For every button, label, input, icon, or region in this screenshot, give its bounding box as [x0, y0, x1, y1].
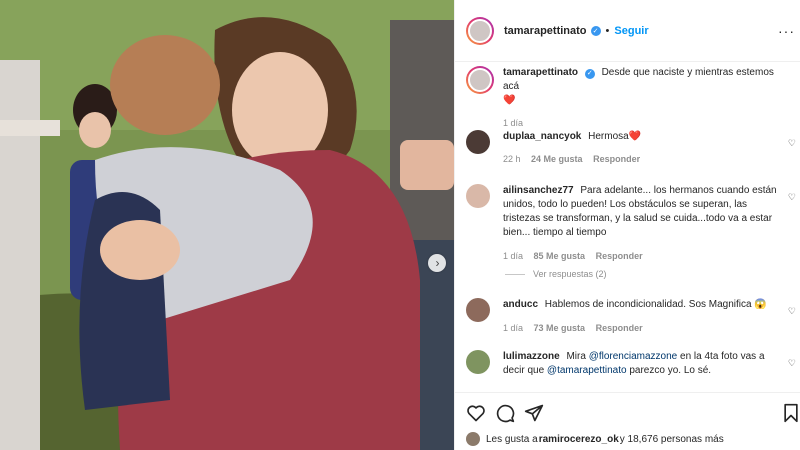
comment-like-icon[interactable]: ♡ — [788, 192, 796, 203]
comment-text-end: parezco yo. Lo sé. — [626, 365, 712, 376]
comment-time: 1 día — [503, 251, 524, 261]
commenter-avatar[interactable] — [466, 350, 490, 374]
comment-like-icon[interactable]: ♡ — [788, 138, 796, 149]
caption-emoji: ❤️ — [503, 95, 516, 106]
caption-avatar[interactable] — [466, 66, 494, 94]
share-icon[interactable] — [524, 403, 544, 423]
comment-like-icon[interactable]: ♡ — [788, 358, 796, 369]
follow-button[interactable]: Seguir — [614, 25, 648, 37]
comment-time: 22 h — [503, 154, 521, 164]
post-header: tamarapettinato ✓ • Seguir ··· — [455, 0, 800, 62]
comment-likes[interactable]: 73 Me gusta — [534, 323, 586, 333]
author-avatar[interactable] — [466, 16, 494, 45]
reply-button[interactable]: Responder — [596, 323, 643, 333]
liker-avatar[interactable] — [466, 432, 480, 446]
view-replies-button[interactable]: Ver respuestas (2) — [505, 269, 607, 279]
replies-divider — [505, 273, 525, 275]
view-replies-label: Ver respuestas (2) — [533, 269, 607, 279]
likes-prefix: Les gusta a — [486, 433, 538, 445]
post-sidebar: tamarapettinato ✓ • Seguir ··· tamarapet… — [454, 0, 800, 450]
heart-icon[interactable] — [466, 403, 486, 423]
comment-icon[interactable] — [495, 403, 515, 423]
reply-button[interactable]: Responder — [596, 251, 643, 261]
comment-username[interactable]: ailinsanchez77 — [503, 185, 574, 196]
author-username[interactable]: tamarapettinato — [504, 25, 587, 37]
photo-image — [0, 0, 454, 450]
liker-username[interactable]: ramirocerezo_ok — [539, 434, 619, 445]
comment-likes[interactable]: 24 Me gusta — [531, 154, 583, 164]
likes-summary: Les gusta a ramirocerezo_ok y 18,676 per… — [466, 432, 724, 446]
verified-icon: ✓ — [584, 69, 595, 79]
mention-link[interactable]: @tamarapettinato — [547, 365, 627, 376]
separator-dot: • — [605, 24, 610, 37]
comment-text-start: Mira — [566, 351, 589, 362]
commenter-avatar[interactable] — [466, 184, 490, 208]
comment-likes[interactable]: 85 Me gusta — [534, 251, 586, 261]
caption-time: 1 día — [503, 118, 524, 128]
more-options-icon[interactable]: ··· — [778, 23, 795, 39]
comment-username[interactable]: duplaa_nancyok — [503, 131, 581, 142]
comment-text: Hablemos de incondicionalidad. Sos Magni… — [544, 299, 767, 310]
reply-button[interactable]: Responder — [593, 154, 640, 164]
action-bar — [455, 392, 800, 432]
mention-link[interactable]: @florenciamazzone — [589, 351, 678, 362]
commenter-avatar[interactable] — [466, 298, 490, 322]
comment-text: Hermosa❤️ — [588, 131, 642, 142]
bookmark-icon[interactable] — [781, 403, 800, 423]
comment-like-icon[interactable]: ♡ — [788, 306, 796, 317]
caption-username[interactable]: tamarapettinato — [503, 67, 578, 78]
comment-time: 1 día — [503, 323, 524, 333]
comment-username[interactable]: lulimazzone — [503, 351, 560, 362]
commenter-avatar[interactable] — [466, 130, 490, 154]
comments-list[interactable]: tamarapettinato ✓ Desde que naciste y mi… — [455, 62, 800, 392]
verified-icon: ✓ — [590, 25, 601, 36]
likes-suffix[interactable]: y 18,676 personas más — [620, 434, 724, 445]
comment-username[interactable]: anducc — [503, 299, 538, 310]
carousel-next-button[interactable]: › — [428, 254, 446, 272]
chevron-right-icon: › — [435, 256, 440, 270]
post-photo[interactable]: › — [0, 0, 454, 450]
